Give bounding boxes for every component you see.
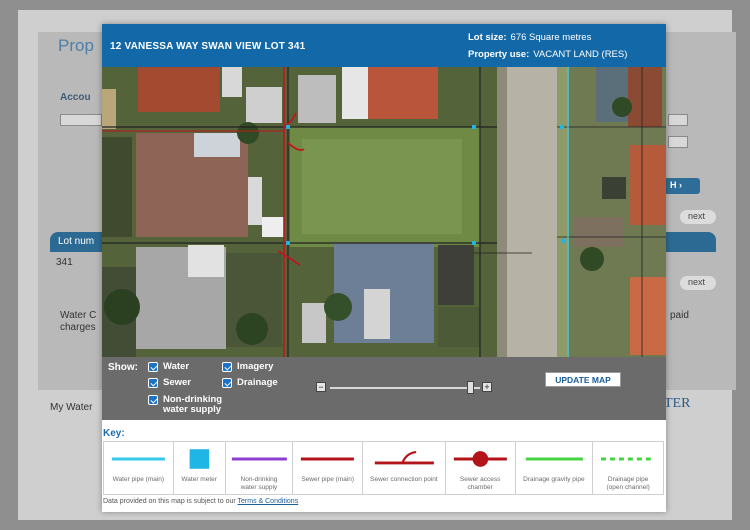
background-lot-header-end — [666, 232, 716, 252]
property-use-label: Property use: — [468, 49, 530, 60]
sewer-checkbox-label: Sewer — [163, 377, 191, 388]
drainage-gravity-pipe-icon — [525, 457, 583, 461]
non-drinking-checkbox-label: Non-drinking water supply — [163, 394, 223, 415]
show-label: Show: — [108, 362, 138, 373]
checkbox-checked-icon[interactable] — [148, 378, 158, 388]
aerial-imagery[interactable] — [102, 67, 666, 357]
key-item-water-meter: Water meter — [174, 442, 226, 494]
property-address-title: 12 VANESSA WAY SWAN VIEW LOT 341 — [110, 41, 306, 52]
key-item-drainage-open: Drainage pipe (open channel) — [593, 442, 663, 494]
lot-size-row: Lot size: 676 Square metres — [468, 32, 591, 43]
background-input — [668, 114, 688, 126]
data-disclaimer: Data provided on this map is subject to … — [103, 498, 299, 505]
background-page-title: Prop — [58, 36, 94, 55]
sewer-chamber-icon — [453, 451, 507, 467]
background-input — [668, 136, 688, 148]
terms-conditions-link[interactable]: Terms & Conditions — [238, 498, 299, 505]
water-pipe-icon — [111, 457, 165, 461]
sewer-connection-icon — [374, 451, 434, 465]
background-lot-header: Lot num — [50, 232, 104, 252]
lot-size-label: Lot size: — [468, 32, 507, 43]
key-item-sewer-pipe: Sewer pipe (main) — [293, 442, 364, 494]
water-meter-icon — [189, 449, 209, 469]
background-account-input — [60, 114, 102, 126]
background-search-button: H › — [664, 178, 700, 194]
non-drinking-water-checkbox[interactable]: Non-drinking water supply — [148, 395, 222, 415]
drainage-checkbox[interactable]: Drainage — [222, 378, 278, 388]
zoom-slider-track[interactable] — [330, 387, 480, 389]
imagery-checkbox[interactable]: Imagery — [222, 362, 273, 372]
aerial-map[interactable] — [102, 67, 666, 357]
lot-map-modal: 12 VANESSA WAY SWAN VIEW LOT 341 Lot siz… — [102, 24, 666, 512]
map-controls: Show: Water Sewer Non-drinking water sup… — [102, 357, 666, 420]
checkbox-checked-icon[interactable] — [148, 362, 158, 372]
background-water-text: Water C charges — [60, 310, 97, 333]
map-key-legend: Water pipe (main) Water meter Non-drinki… — [103, 441, 664, 495]
property-use-row: Property use: VACANT LAND (RES) — [468, 49, 627, 60]
non-drinking-pipe-icon — [231, 457, 287, 461]
background-paid-text: paid — [670, 310, 689, 321]
key-item-sewer-connection: Sewer connection point — [363, 442, 446, 494]
modal-header: 12 VANESSA WAY SWAN VIEW LOT 341 Lot siz… — [102, 24, 666, 67]
background-next-button: next — [680, 210, 716, 224]
water-checkbox-label: Water — [163, 361, 190, 372]
key-item-non-drinking: Non-drinking water supply — [226, 442, 294, 494]
checkbox-checked-icon[interactable] — [148, 395, 158, 405]
background-next-button: next — [680, 276, 716, 290]
drainage-open-channel-icon — [601, 457, 656, 461]
checkbox-checked-icon[interactable] — [222, 362, 232, 372]
background-logo: TER — [664, 396, 691, 411]
key-item-drainage-gravity: Drainage gravity pipe — [516, 442, 594, 494]
zoom-in-button[interactable]: + — [482, 382, 492, 392]
key-item-sewer-chamber: Sewer access chamber — [446, 442, 516, 494]
zoom-out-button[interactable]: − — [316, 382, 326, 392]
imagery-checkbox-label: Imagery — [237, 361, 274, 372]
key-item-water-pipe: Water pipe (main) — [104, 442, 174, 494]
background-my-water: My Water — [50, 402, 93, 413]
water-checkbox[interactable]: Water — [148, 362, 189, 372]
checkbox-checked-icon[interactable] — [222, 378, 232, 388]
lot-size-value: 676 Square metres — [510, 32, 592, 43]
background-lot-value: 341 — [56, 257, 73, 268]
update-map-button[interactable]: UPDATE MAP — [545, 372, 621, 387]
key-title: Key: — [103, 428, 125, 439]
zoom-slider-handle[interactable] — [466, 381, 474, 394]
background-account-label: Accou — [60, 92, 91, 103]
sewer-checkbox[interactable]: Sewer — [148, 378, 191, 388]
sewer-pipe-icon — [301, 457, 355, 461]
drainage-checkbox-label: Drainage — [237, 377, 278, 388]
property-use-value: VACANT LAND (RES) — [533, 49, 628, 60]
